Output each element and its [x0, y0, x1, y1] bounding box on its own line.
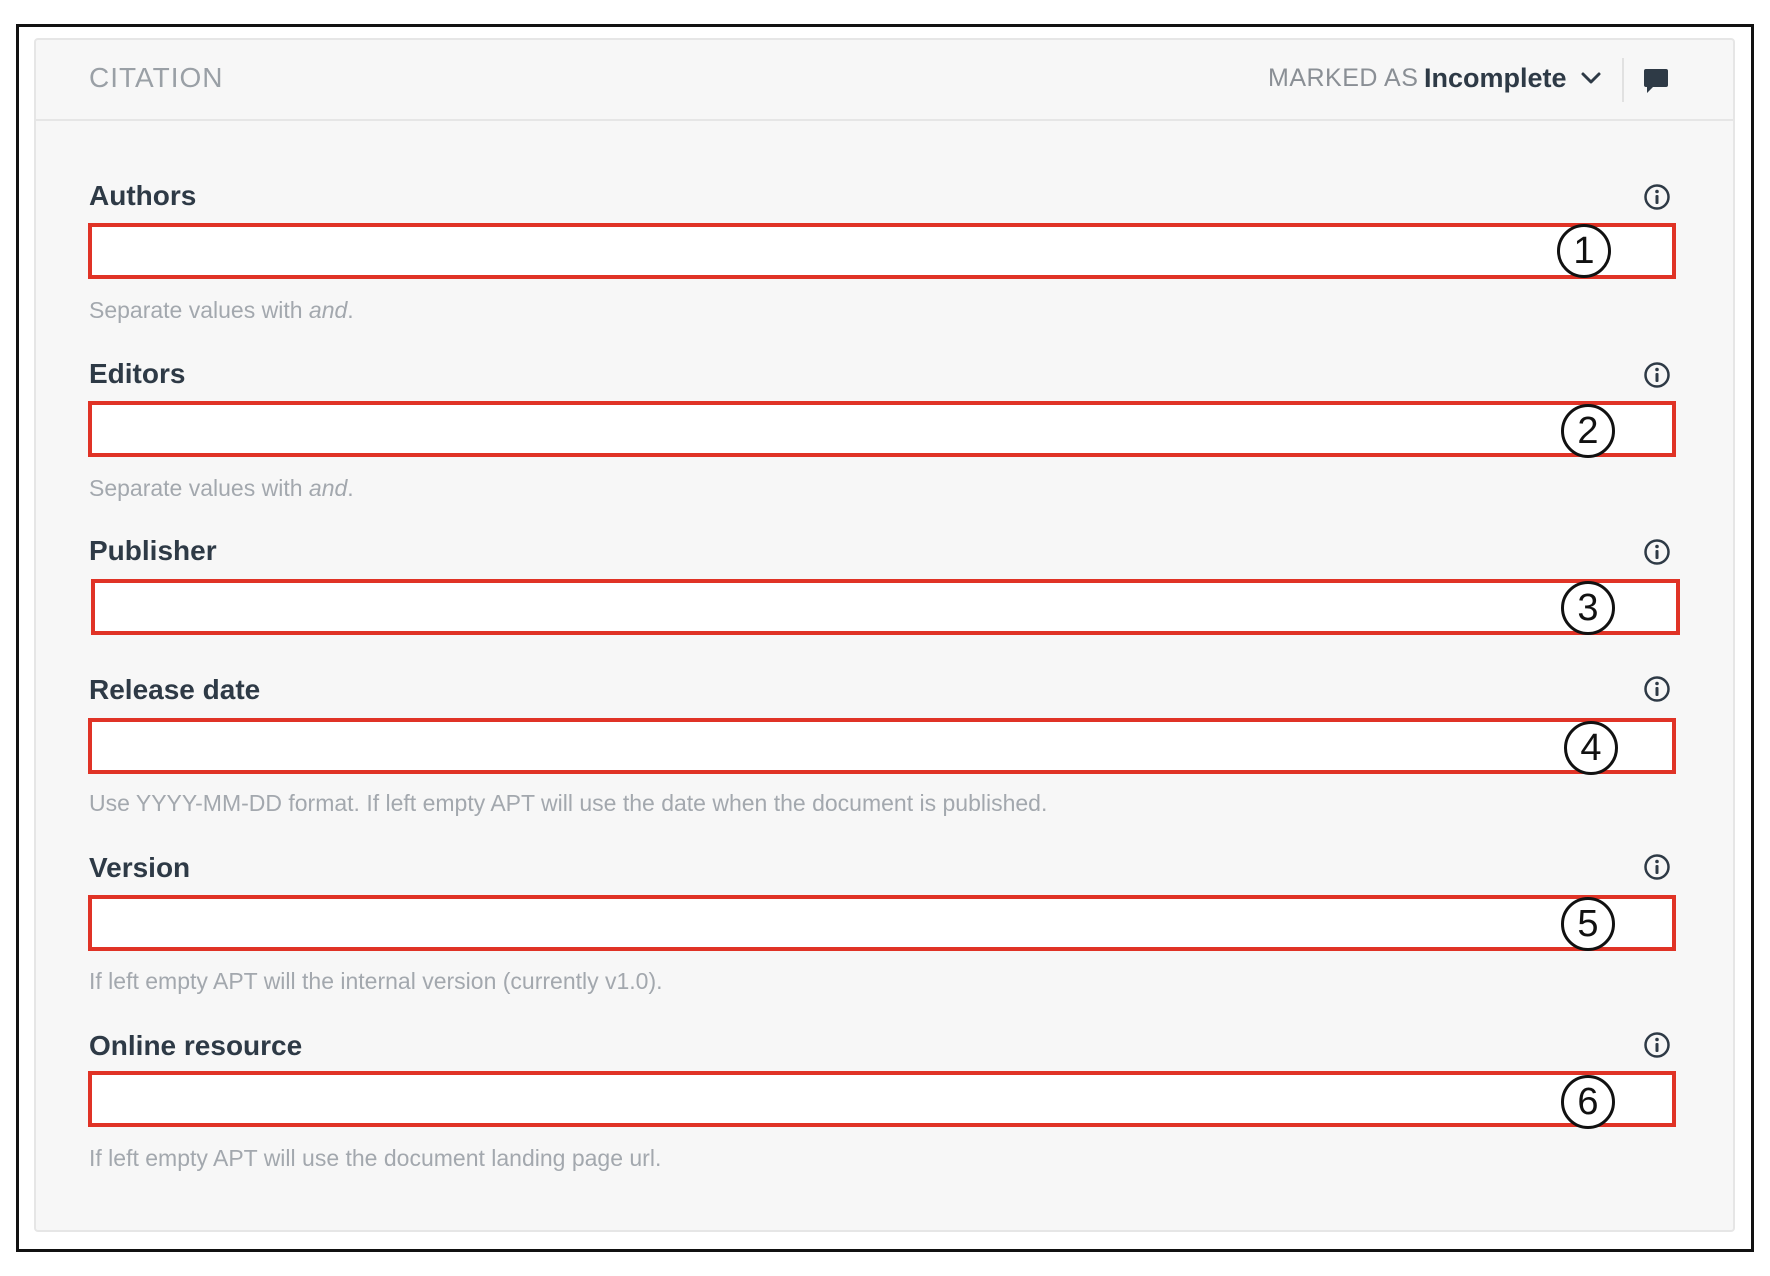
callout-marker: 4	[1564, 721, 1618, 775]
editors-help-text: Separate values with and.	[89, 475, 354, 501]
header-divider	[1622, 58, 1624, 102]
online-resource-help-text: If left empty APT will use the document …	[89, 1145, 662, 1171]
info-icon[interactable]	[1643, 538, 1671, 566]
publisher-input[interactable]	[91, 579, 1680, 635]
editors-label: Editors	[89, 358, 186, 389]
online-resource-input[interactable]	[88, 1071, 1676, 1127]
info-icon[interactable]	[1643, 183, 1671, 211]
publisher-label: Publisher	[89, 535, 217, 566]
release-date-help-text: Use YYYY-MM-DD format. If left empty APT…	[89, 790, 1048, 816]
authors-input[interactable]	[88, 223, 1676, 279]
authors-help-text: Separate values with and.	[89, 297, 354, 323]
info-icon[interactable]	[1643, 853, 1671, 881]
authors-label: Authors	[89, 180, 197, 211]
editors-input[interactable]	[88, 401, 1676, 457]
callout-marker: 3	[1561, 581, 1615, 635]
callout-marker: 1	[1557, 224, 1611, 278]
callout-marker: 5	[1561, 897, 1615, 951]
status-dropdown[interactable]: Incomplete	[1424, 58, 1603, 98]
info-icon[interactable]	[1643, 1031, 1671, 1059]
version-label: Version	[89, 852, 191, 883]
info-icon[interactable]	[1643, 361, 1671, 389]
status-value: Incomplete	[1424, 62, 1567, 93]
release-date-label: Release date	[89, 674, 261, 705]
online-resource-label: Online resource	[89, 1030, 303, 1061]
chevron-down-icon	[1581, 72, 1601, 84]
panel-title: CITATION	[89, 62, 224, 93]
info-icon[interactable]	[1643, 675, 1671, 703]
version-input[interactable]	[88, 895, 1676, 951]
callout-marker: 6	[1561, 1075, 1615, 1129]
version-help-text: If left empty APT will the internal vers…	[89, 968, 663, 994]
callout-marker: 2	[1561, 404, 1615, 458]
comment-icon[interactable]	[1641, 66, 1671, 96]
marked-as-label: MARKED AS	[1268, 64, 1419, 92]
release-date-input[interactable]	[88, 718, 1676, 774]
